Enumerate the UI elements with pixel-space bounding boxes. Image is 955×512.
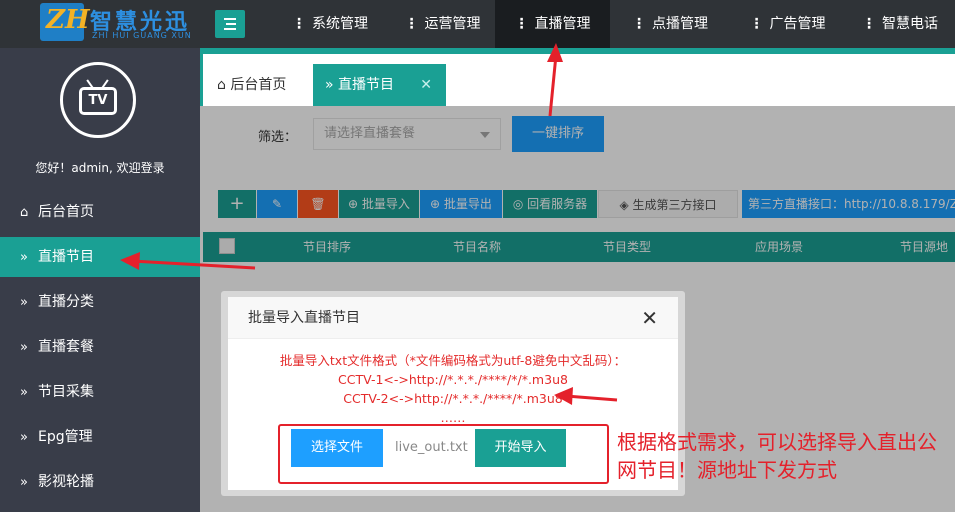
tv-icon: TV [79, 79, 117, 115]
chevrons-right-icon: » [325, 77, 339, 93]
home-icon: ⌂ [217, 77, 231, 93]
dialog-title: 批量导入直播节目 [228, 297, 678, 339]
format-instructions: 批量导入txt文件格式（*文件编码格式为utf-8避免中文乱码）： CCTV-1… [228, 351, 678, 427]
sidebar-item-epg[interactable]: » Epg管理 [0, 417, 200, 457]
top-bar: ZH 智慧光迅 ZHI HUI GUANG XUN ⋮ 系统管理 ⋮ 运营管理 ⋮ 直… [0, 0, 955, 48]
more-vertical-icon: ⋮ [404, 16, 419, 32]
nav-live[interactable]: ⋮ 直播管理 [495, 0, 610, 48]
tab-home[interactable]: ⌂ 后台首页 [217, 64, 286, 106]
sidebar: TV 您好！admin, 欢迎登录 ⌂ 后台首页 » 直播节目 » 直播分类 » 直播套… [0, 48, 200, 512]
nav-ads[interactable]: ⋮ 广告管理 [730, 0, 845, 48]
more-vertical-icon: ⋮ [862, 16, 876, 32]
nav-phone[interactable]: ⋮ 智慧电话 [845, 0, 955, 48]
chevrons-right-icon: » [20, 385, 28, 400]
more-vertical-icon: ⋮ [749, 16, 764, 32]
close-icon[interactable]: ✕ [420, 64, 432, 106]
sidebar-item-live-categories[interactable]: » 直播分类 [0, 282, 200, 322]
more-vertical-icon: ⋮ [514, 16, 529, 32]
sidebar-item-program-collection[interactable]: » 节目采集 [0, 372, 200, 412]
chevrons-right-icon: » [20, 295, 28, 310]
logo: ZH [40, 3, 90, 41]
chevrons-right-icon: » [20, 340, 28, 355]
welcome-text: 您好！admin, 欢迎登录 [35, 161, 165, 175]
annotation-note: 根据格式需求，可以选择导入直出公网节目！源地址下发方式 [617, 430, 937, 482]
nav-vod[interactable]: ⋮ 点播管理 [610, 0, 730, 48]
format-line: 批量导入txt文件格式（*文件编码格式为utf-8避免中文乱码）： [279, 353, 627, 368]
avatar: TV [60, 62, 136, 138]
nav-operations[interactable]: ⋮ 运营管理 [390, 0, 495, 48]
annotation-highlight-box [278, 424, 609, 484]
nav-system[interactable]: ⋮ 系统管理 [270, 0, 390, 48]
sidebar-item-live-packages[interactable]: » 直播套餐 [0, 327, 200, 367]
more-vertical-icon: ⋮ [632, 16, 646, 32]
tab-bar: ⌂ 后台首页 » 直播节目 ✕ [200, 48, 955, 106]
close-icon[interactable]: ✕ [641, 297, 658, 339]
tab-live-programs[interactable]: » 直播节目 ✕ [313, 64, 446, 106]
chevrons-right-icon: » [20, 250, 28, 265]
format-example: CCTV-2<->http://*.*.*./****/*.m3u8 [343, 391, 563, 406]
sidebar-item-live-programs[interactable]: » 直播节目 [0, 237, 200, 277]
menu-toggle-button[interactable] [215, 10, 245, 38]
format-example: CCTV-1<->http://*.*.*./****/*/*.m3u8 [338, 372, 568, 387]
chevrons-right-icon: » [20, 430, 28, 445]
sidebar-item-home[interactable]: ⌂ 后台首页 [0, 192, 200, 232]
brand-subtitle: ZHI HUI GUANG XUN [92, 31, 192, 40]
chevrons-right-icon: » [20, 475, 28, 490]
home-icon: ⌂ [20, 205, 29, 220]
sidebar-item-carousel[interactable]: » 影视轮播 [0, 462, 200, 502]
more-vertical-icon: ⋮ [292, 16, 306, 32]
